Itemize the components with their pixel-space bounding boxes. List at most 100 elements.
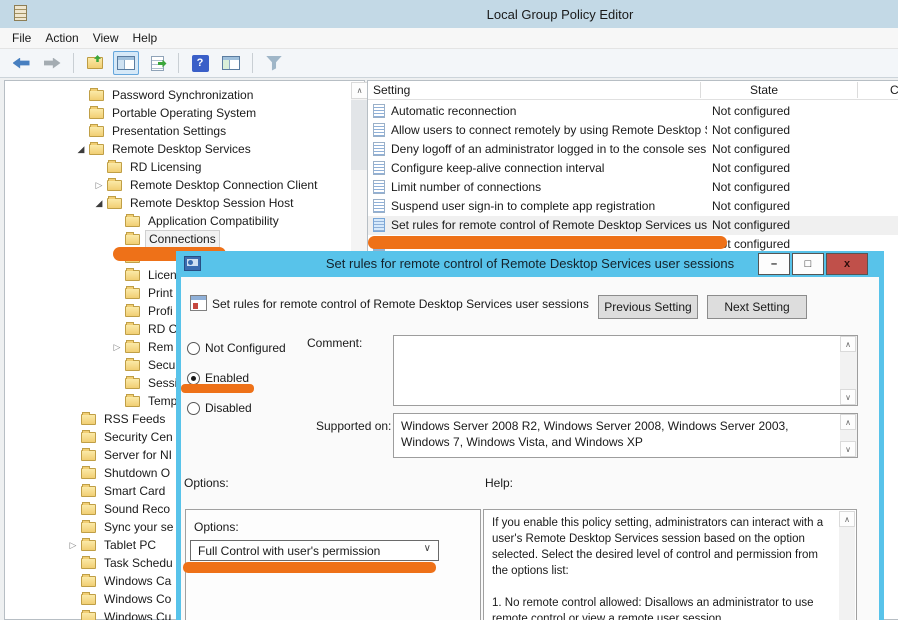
settings-row[interactable]: Deny logoff of an administrator logged i…: [368, 140, 898, 159]
tree-item[interactable]: Password Synchronization: [5, 86, 365, 104]
dialog-titlebar[interactable]: Set rules for remote control of Remote D…: [176, 251, 884, 277]
toolbar-separator: [252, 53, 253, 73]
tree-item-label: Profi: [145, 303, 176, 319]
supported-on-label: Supported on:: [316, 419, 391, 433]
folder-icon: [89, 108, 104, 119]
tree-item-label: Server for NI: [101, 447, 175, 463]
new-window-icon[interactable]: [218, 51, 244, 75]
folder-icon: [81, 594, 96, 605]
policy-setting-icon: [373, 142, 385, 156]
comment-textarea[interactable]: ∧ ∨: [393, 335, 858, 406]
setting-name: Set rules for remote control of Remote D…: [391, 218, 707, 232]
settings-row[interactable]: Suspend user sign-in to complete app reg…: [368, 197, 898, 216]
tree-item-label: Shutdown O: [101, 465, 173, 481]
supported-scrollbar[interactable]: ∧ ∨: [840, 414, 857, 457]
tree-item-label: Windows Co: [101, 591, 174, 607]
scroll-up-icon[interactable]: ∧: [840, 336, 856, 352]
tree-item-label: Remote Desktop Connection Client: [127, 177, 320, 193]
tree-item-label: Secu: [145, 357, 178, 373]
local-group-policy-editor-window: { "window": { "title": "Local Group Poli…: [0, 0, 898, 620]
folder-icon: [89, 90, 104, 101]
expander-icon[interactable]: [65, 540, 81, 551]
setting-state: Not configured: [712, 104, 790, 118]
tree-item-connections[interactable]: Connections: [5, 230, 365, 248]
expander-icon[interactable]: [91, 198, 107, 209]
settings-row-selected[interactable]: Set rules for remote control of Remote D…: [368, 216, 898, 235]
maximize-button[interactable]: □: [792, 253, 824, 275]
column-separator[interactable]: [700, 82, 701, 98]
radio-not-configured[interactable]: [187, 342, 200, 355]
up-one-level-icon[interactable]: [82, 51, 108, 75]
settings-row[interactable]: Configure keep-alive connection interval…: [368, 159, 898, 178]
policy-setting-icon: [373, 104, 385, 118]
tree-item-label: Task Schedu: [101, 555, 176, 571]
forward-icon[interactable]: [39, 51, 65, 75]
column-header-state[interactable]: State: [750, 83, 778, 97]
annotation-highlight-dropdown: [183, 562, 436, 573]
tree-item-label: RSS Feeds: [101, 411, 168, 427]
column-header-setting[interactable]: Setting: [373, 83, 410, 97]
tree-item-label: Sync your se: [101, 519, 176, 535]
filter-icon[interactable]: [261, 51, 287, 75]
scroll-down-icon[interactable]: ∨: [840, 389, 856, 405]
help-scrollbar[interactable]: ∧: [839, 511, 855, 620]
menu-view[interactable]: View: [93, 31, 119, 45]
column-separator[interactable]: [857, 82, 858, 98]
scrollbar-thumb[interactable]: [351, 100, 368, 170]
policy-setting-icon: [373, 123, 385, 137]
tree-item[interactable]: RD Licensing: [5, 158, 365, 176]
radio-disabled[interactable]: [187, 402, 200, 415]
settings-row[interactable]: Limit number of connectionsNot configure…: [368, 178, 898, 197]
tree-item[interactable]: Remote Desktop Session Host: [5, 194, 365, 212]
tree-item[interactable]: Remote Desktop Connection Client: [5, 176, 365, 194]
tree-item[interactable]: Remote Desktop Services: [5, 140, 365, 158]
menu-help[interactable]: Help: [133, 31, 158, 45]
back-icon[interactable]: [8, 51, 34, 75]
next-setting-button[interactable]: Next Setting: [707, 295, 807, 319]
help-section-label: Help:: [485, 476, 513, 490]
export-list-icon[interactable]: [144, 51, 170, 75]
options-dropdown[interactable]: Full Control with user's permission: [190, 540, 439, 561]
column-header-comment[interactable]: C: [890, 83, 898, 97]
folder-icon: [107, 180, 122, 191]
menu-bar: File Action View Help: [0, 28, 898, 49]
tree-item-label: Tablet PC: [101, 537, 159, 553]
folder-icon: [81, 558, 96, 569]
tree-item[interactable]: Application Compatibility: [5, 212, 365, 230]
tree-item-label: Password Synchronization: [109, 87, 256, 103]
policy-setting-icon: [373, 199, 385, 213]
previous-setting-button[interactable]: Previous Setting: [598, 295, 698, 319]
setting-state: Not configured: [712, 218, 790, 232]
setting-name: Configure keep-alive connection interval: [391, 161, 707, 175]
folder-icon: [125, 342, 140, 353]
expander-icon[interactable]: [109, 342, 125, 353]
tree-item-label: Portable Operating System: [109, 105, 259, 121]
scroll-down-icon[interactable]: ∨: [840, 441, 856, 457]
help-icon[interactable]: ?: [187, 51, 213, 75]
help-box: If you enable this policy setting, admin…: [483, 509, 857, 620]
comment-scrollbar[interactable]: ∧ ∨: [840, 336, 857, 405]
tree-item[interactable]: Presentation Settings: [5, 122, 365, 140]
minimize-button[interactable]: –: [758, 253, 790, 275]
setting-name: Deny logoff of an administrator logged i…: [391, 142, 707, 156]
show-console-tree-icon[interactable]: [113, 51, 139, 75]
policy-setting-icon: [373, 180, 385, 194]
scroll-up-icon[interactable]: ∧: [351, 82, 368, 99]
options-section-label: Options:: [184, 476, 229, 490]
menu-action[interactable]: Action: [45, 31, 78, 45]
expander-icon[interactable]: [73, 144, 89, 155]
scroll-up-icon[interactable]: ∧: [839, 511, 855, 527]
tree-item[interactable]: Portable Operating System: [5, 104, 365, 122]
menu-file[interactable]: File: [12, 31, 31, 45]
options-dropdown-value: Full Control with user's permission: [198, 544, 380, 558]
close-button[interactable]: x: [826, 253, 868, 275]
expander-icon[interactable]: [91, 180, 107, 191]
help-text: If you enable this policy setting, admin…: [492, 515, 830, 620]
settings-row[interactable]: Allow users to connect remotely by using…: [368, 121, 898, 140]
tree-item-label: Security Cen: [101, 429, 176, 445]
settings-row[interactable]: Automatic reconnectionNot configured: [368, 102, 898, 121]
toolbar-separator: [73, 53, 74, 73]
folder-icon: [89, 126, 104, 137]
folder-icon: [81, 432, 96, 443]
scroll-up-icon[interactable]: ∧: [840, 414, 856, 430]
